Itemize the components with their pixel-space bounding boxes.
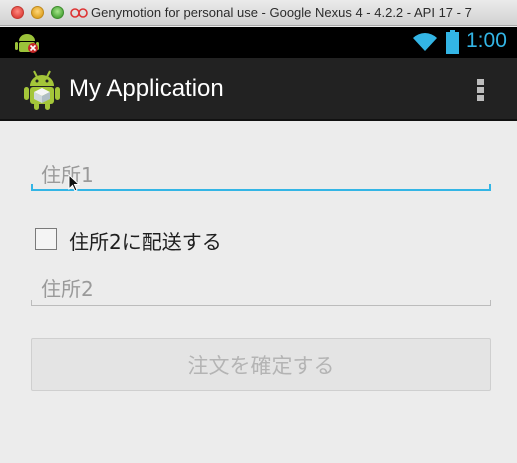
action-bar: My Application xyxy=(0,58,517,121)
android-notification-icon xyxy=(15,34,39,53)
minimize-window-button[interactable] xyxy=(31,6,44,19)
status-time: 1:00 xyxy=(466,29,507,52)
main-content: 住所1 住所2に配送する 住所2 注文を確定する xyxy=(0,123,517,463)
window-titlebar: Genymotion for personal use - Google Nex… xyxy=(0,0,517,26)
window-title: Genymotion for personal use - Google Nex… xyxy=(91,5,472,20)
address1-input[interactable]: 住所1 xyxy=(31,155,491,191)
address2-placeholder: 住所2 xyxy=(41,277,94,301)
address2-underline xyxy=(31,305,491,306)
confirm-order-button[interactable]: 注文を確定する xyxy=(31,338,491,391)
wifi-icon xyxy=(413,33,437,51)
overflow-menu-icon[interactable] xyxy=(468,74,492,106)
android-status-bar: 1:00 xyxy=(0,27,517,58)
ship-to-address2-checkbox[interactable] xyxy=(35,228,57,250)
close-window-button[interactable] xyxy=(11,6,24,19)
address2-input[interactable]: 住所2 xyxy=(31,270,491,306)
app-title: My Application xyxy=(69,75,224,102)
mouse-pointer-icon xyxy=(68,174,80,192)
zoom-window-button[interactable] xyxy=(51,6,64,19)
genymotion-icon xyxy=(70,8,88,18)
android-icon[interactable] xyxy=(22,69,62,111)
ship-to-address2-label[interactable]: 住所2に配送する xyxy=(69,226,222,255)
address1-underline xyxy=(31,189,491,191)
battery-icon xyxy=(446,30,459,54)
